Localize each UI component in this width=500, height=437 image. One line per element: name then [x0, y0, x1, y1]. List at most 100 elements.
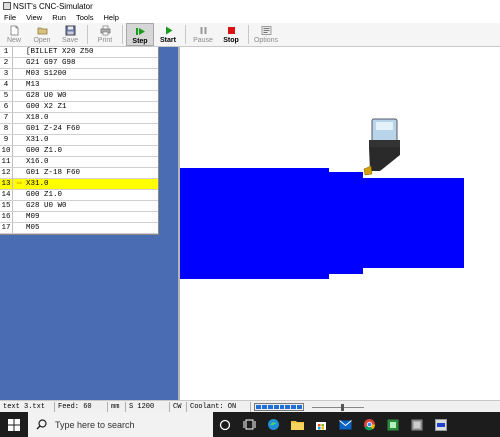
store-icon[interactable] [309, 412, 333, 437]
start-menu-button[interactable] [0, 412, 28, 437]
progress-segment [291, 404, 297, 409]
line-marker [13, 135, 26, 145]
line-marker [13, 69, 26, 79]
program-line[interactable]: 4 M13 [0, 80, 158, 91]
search-icon [36, 419, 47, 430]
play-icon [165, 26, 172, 35]
search-placeholder: Type here to search [55, 419, 135, 430]
menu-run[interactable]: Run [47, 13, 71, 22]
line-marker [13, 146, 26, 156]
g-code-text: G28 U0 W0 [26, 202, 67, 210]
line-number: 4 [0, 80, 13, 90]
program-line[interactable]: 1 [BILLET X20 Z50 [0, 47, 158, 58]
pause-label: Pause [193, 37, 213, 44]
options-icon [261, 26, 271, 35]
stop-button[interactable]: Stop [217, 23, 245, 46]
edge-browser-icon[interactable] [261, 412, 285, 437]
g-code-text: G00 X2 Z1 [26, 103, 67, 111]
program-line[interactable]: 14 G00 Z1.0 [0, 190, 158, 201]
menu-file[interactable]: File [0, 13, 21, 22]
save-button[interactable]: Save [56, 23, 84, 46]
menu-tools[interactable]: Tools [71, 13, 99, 22]
options-button[interactable]: Options [252, 23, 280, 46]
step-button[interactable]: Step [126, 23, 154, 46]
toolbar-separator [87, 25, 88, 44]
line-marker [13, 201, 26, 211]
program-line[interactable]: 16 M09 [0, 212, 158, 223]
stop-icon [227, 27, 235, 34]
slider-thumb[interactable] [341, 403, 345, 411]
workpiece [180, 168, 464, 279]
program-line[interactable]: 8 G01 Z-24 F60 [0, 124, 158, 135]
program-line[interactable]: 5 G28 U0 W0 [0, 91, 158, 102]
g-code-text: G00 Z1.0 [26, 191, 63, 199]
status-coolant: Coolant: ON [187, 401, 251, 412]
current-line-arrow-icon: ⇨ [16, 180, 23, 187]
program-line[interactable]: 2 G21 G97 G98 [0, 58, 158, 69]
open-button[interactable]: Open [28, 23, 56, 46]
line-marker [13, 91, 26, 101]
start-button[interactable]: Start [154, 23, 182, 46]
line-number: 9 [0, 135, 13, 145]
task-view-icon[interactable] [237, 412, 261, 437]
slider-track [312, 406, 364, 408]
work-area: 1 [BILLET X20 Z50 2 G21 G97 G98 3 M03 S1200 4 M… [0, 47, 500, 400]
cortana-icon[interactable] [213, 412, 237, 437]
printer-icon [100, 25, 110, 36]
program-line[interactable]: 15 G28 U0 W0 [0, 201, 158, 212]
line-marker [13, 190, 26, 200]
app-icon-green[interactable] [381, 412, 405, 437]
g-code-text: X16.0 [26, 158, 49, 166]
speed-slider[interactable] [312, 402, 364, 412]
program-line[interactable]: 12 G01 Z-18 F60 [0, 168, 158, 179]
status-direction: CW [170, 401, 187, 412]
line-marker [13, 168, 26, 178]
cnc-simulator-taskbar-icon[interactable] [429, 412, 453, 437]
program-listing[interactable]: 1 [BILLET X20 Z50 2 G21 G97 G98 3 M03 S1200 4 M… [0, 47, 159, 235]
program-line[interactable]: 17 M05 [0, 223, 158, 234]
g-code-text: X31.0 [26, 180, 49, 188]
app-icon-gray[interactable] [405, 412, 429, 437]
menu-view[interactable]: View [21, 13, 47, 22]
mail-icon[interactable] [333, 412, 357, 437]
g-code-text: M03 S1200 [26, 70, 67, 78]
line-marker [13, 212, 26, 222]
program-line[interactable]: 11 X16.0 [0, 157, 158, 168]
pause-button[interactable]: Pause [189, 23, 217, 46]
g-code-text: G21 G97 G98 [26, 59, 76, 67]
simulation-progress [254, 402, 304, 411]
cutting-tool [363, 118, 400, 176]
line-marker [13, 80, 26, 90]
program-line[interactable]: 9 X31.0 [0, 135, 158, 146]
print-button[interactable]: Print [91, 23, 119, 46]
status-bar: text 3.txt Feed: 60 mm S 1200 CW Coolant… [0, 400, 500, 412]
line-number: 16 [0, 212, 13, 222]
program-line[interactable]: 13 ⇨ X31.0 [0, 179, 158, 190]
program-line[interactable]: 6 G00 X2 Z1 [0, 102, 158, 113]
progress-segment [279, 404, 285, 409]
chrome-icon[interactable] [357, 412, 381, 437]
menu-help[interactable]: Help [99, 13, 124, 22]
g-code-text: M13 [26, 81, 40, 89]
program-line[interactable]: 7 X18.0 [0, 113, 158, 124]
line-marker [13, 157, 26, 167]
program-line[interactable]: 10 G00 Z1.0 [0, 146, 158, 157]
program-line[interactable]: 3 M03 S1200 [0, 69, 158, 80]
line-marker [13, 124, 26, 134]
line-number: 1 [0, 47, 13, 57]
program-panel: 1 [BILLET X20 Z50 2 G21 G97 G98 3 M03 S1200 4 M… [0, 47, 178, 400]
line-number: 10 [0, 146, 13, 156]
line-marker [13, 113, 26, 123]
save-label: Save [62, 37, 78, 44]
taskbar-search-box[interactable]: Type here to search [28, 412, 213, 437]
line-number: 13 [0, 179, 13, 189]
progress-segment [256, 404, 261, 409]
new-button[interactable]: New [0, 23, 28, 46]
progress-segment [297, 404, 302, 409]
line-number: 7 [0, 113, 13, 123]
line-marker [13, 102, 26, 112]
pause-icon [200, 27, 206, 34]
file-explorer-icon[interactable] [285, 412, 309, 437]
status-spindle: S 1200 [126, 401, 170, 412]
folder-icon [37, 27, 47, 35]
